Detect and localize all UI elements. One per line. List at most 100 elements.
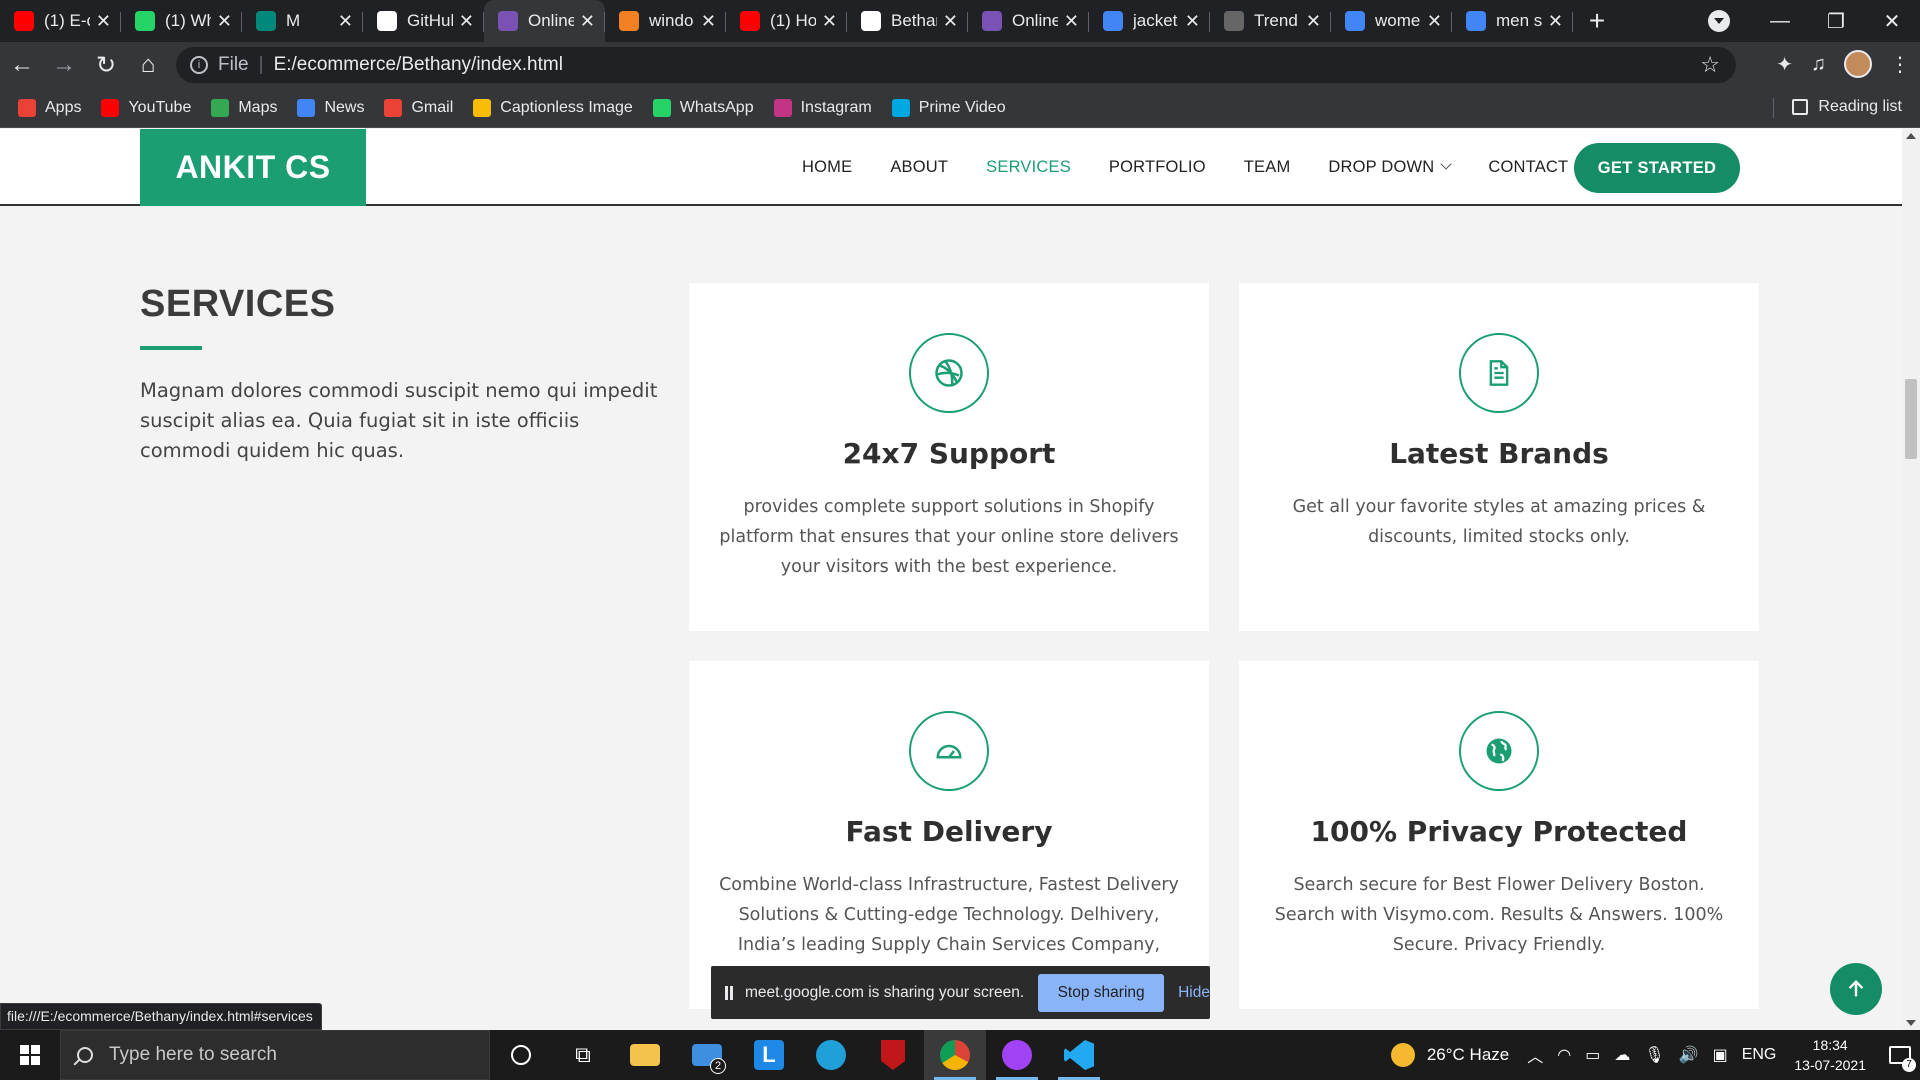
browser-tab[interactable]: jacket ✕ (1089, 0, 1210, 42)
mcafee-icon[interactable] (862, 1030, 924, 1080)
vscode-icon[interactable] (1048, 1030, 1110, 1080)
browser-tab[interactable]: GitHul ✕ (363, 0, 484, 42)
edge-browser-icon[interactable] (800, 1030, 862, 1080)
page-scrollbar[interactable] (1902, 129, 1920, 1030)
address-bar[interactable]: i File | E:/ecommerce/Bethany/index.html… (176, 47, 1736, 83)
reload-icon[interactable]: ↻ (86, 45, 126, 85)
tab-close-icon[interactable]: ✕ (822, 11, 837, 32)
tab-close-icon[interactable]: ✕ (943, 11, 958, 32)
stop-sharing-button[interactable]: Stop sharing (1038, 973, 1165, 1012)
notification-center-icon[interactable]: 7 (1880, 1030, 1920, 1080)
scroll-down-arrow-icon[interactable] (1906, 1020, 1916, 1026)
profile-avatar[interactable] (1844, 50, 1872, 78)
restore-icon[interactable]: ❐ (1808, 9, 1864, 34)
menu-kebab-icon[interactable]: ⋮ (1890, 52, 1910, 77)
extensions-icon[interactable]: ✦ (1776, 52, 1793, 77)
bookmark-item[interactable]: Gmail (384, 98, 453, 117)
bookmark-item[interactable]: Apps (18, 98, 81, 117)
browser-tab[interactable]: windo ✕ (605, 0, 726, 42)
task-view-icon[interactable]: ⧉ (552, 1030, 614, 1080)
browser-tab[interactable]: Trend ✕ (1210, 0, 1331, 42)
bookmark-item[interactable]: News (297, 98, 364, 117)
tab-close-icon[interactable]: ✕ (217, 11, 232, 32)
hide-button[interactable]: Hide (1178, 984, 1210, 1002)
tab-search-icon[interactable] (1708, 10, 1730, 32)
bookmark-item[interactable]: Captionless Image (473, 98, 633, 117)
tab-close-icon[interactable]: ✕ (338, 11, 353, 32)
nav-link[interactable]: CONTACT (1488, 158, 1568, 177)
reading-list-button[interactable]: Reading list (1792, 98, 1902, 116)
onedrive-icon[interactable]: ☁ (1614, 1045, 1630, 1065)
card-title: Fast Delivery (845, 815, 1053, 848)
new-tab-button[interactable]: + (1573, 0, 1621, 42)
chrome-profile-icon[interactable] (986, 1030, 1048, 1080)
bookmark-item[interactable]: Instagram (773, 98, 872, 117)
bookmark-label: Captionless Image (500, 98, 633, 116)
tab-close-icon[interactable]: ✕ (459, 11, 474, 32)
windows-logo-icon (20, 1045, 40, 1065)
bookmark-item[interactable]: WhatsApp (652, 98, 754, 117)
tab-close-icon[interactable]: ✕ (1306, 11, 1321, 32)
scrollbar-thumb[interactable] (1905, 379, 1917, 459)
microphone-icon[interactable]: 🎙 (1644, 1045, 1664, 1065)
tab-close-icon[interactable]: ✕ (580, 11, 595, 32)
taskbar-search[interactable]: Type here to search (60, 1030, 490, 1080)
battery-icon[interactable]: ▭ (1585, 1045, 1600, 1065)
browser-tab[interactable]: Online ✕ (968, 0, 1089, 42)
nav-link[interactable]: HOME (802, 158, 852, 177)
tab-close-icon[interactable]: ✕ (96, 11, 111, 32)
media-control-icon[interactable]: ♫ (1811, 53, 1826, 76)
browser-tab[interactable]: (1) Ho ✕ (726, 0, 847, 42)
start-button[interactable] (0, 1030, 60, 1080)
chrome-icon[interactable] (924, 1030, 986, 1080)
status-url-bubble: file:///E:/ecommerce/Bethany/index.html#… (0, 1003, 322, 1030)
browser-tab[interactable]: men s ✕ (1452, 0, 1573, 42)
bookmark-item[interactable]: YouTube (101, 98, 191, 117)
browser-tab[interactable]: Bethar ✕ (847, 0, 968, 42)
display-icon[interactable]: ▣ (1713, 1045, 1728, 1065)
chevron-up-icon[interactable]: ︿ (1527, 1043, 1543, 1067)
clock[interactable]: 18:34 13-07-2021 (1794, 1035, 1866, 1075)
launcher-l-icon[interactable]: L (738, 1030, 800, 1080)
search-icon (77, 1047, 93, 1063)
mail-icon[interactable]: 2 (676, 1030, 738, 1080)
tab-close-icon[interactable]: ✕ (1064, 11, 1079, 32)
browser-tab[interactable]: Online ✕ (484, 0, 605, 42)
nav-link[interactable]: ABOUT (890, 158, 948, 177)
browser-tab[interactable]: (1) E-c ✕ (0, 0, 121, 42)
url-text[interactable]: E:/ecommerce/Bethany/index.html (274, 54, 563, 76)
nav-link[interactable]: SERVICES (986, 158, 1071, 177)
nav-link[interactable]: PORTFOLIO (1109, 158, 1206, 177)
get-started-button[interactable]: GET STARTED (1574, 143, 1740, 193)
forward-icon[interactable]: → (44, 45, 84, 85)
site-logo[interactable]: ANKIT CS (140, 129, 366, 206)
home-icon[interactable]: ⌂ (128, 45, 168, 85)
nav-link-label: SERVICES (986, 158, 1071, 176)
file-explorer-icon[interactable] (614, 1030, 676, 1080)
browser-tab[interactable]: M ✕ (242, 0, 363, 42)
close-window-icon[interactable]: ✕ (1864, 9, 1920, 34)
browser-tab[interactable]: (1) Wh ✕ (121, 0, 242, 42)
browser-tab[interactable]: wome ✕ (1331, 0, 1452, 42)
bookmark-item[interactable]: Prime Video (891, 98, 1006, 117)
weather-widget[interactable]: 26°C Haze (1390, 1043, 1509, 1067)
dribbble-icon (909, 333, 989, 413)
wifi-icon[interactable]: ◠ (1557, 1045, 1571, 1065)
globe-icon (861, 11, 881, 31)
tab-close-icon[interactable]: ✕ (1427, 11, 1442, 32)
scroll-up-arrow-icon[interactable] (1906, 133, 1916, 139)
tab-close-icon[interactable]: ✕ (1185, 11, 1200, 32)
back-icon[interactable]: ← (2, 45, 42, 85)
bookmark-item[interactable]: Maps (211, 98, 277, 117)
nav-link[interactable]: TEAM (1244, 158, 1291, 177)
bookmark-star-icon[interactable]: ☆ (1700, 52, 1720, 78)
cortana-icon[interactable] (490, 1030, 552, 1080)
volume-icon[interactable]: 🔊 (1679, 1045, 1699, 1065)
tab-close-icon[interactable]: ✕ (701, 11, 716, 32)
nav-link[interactable]: DROP DOWN (1328, 158, 1453, 177)
back-to-top-button[interactable] (1830, 963, 1882, 1015)
minimize-icon[interactable]: — (1752, 10, 1808, 33)
tab-close-icon[interactable]: ✕ (1548, 11, 1563, 32)
language-indicator[interactable]: ENG (1742, 1046, 1777, 1064)
site-info-icon[interactable]: i (190, 56, 208, 74)
